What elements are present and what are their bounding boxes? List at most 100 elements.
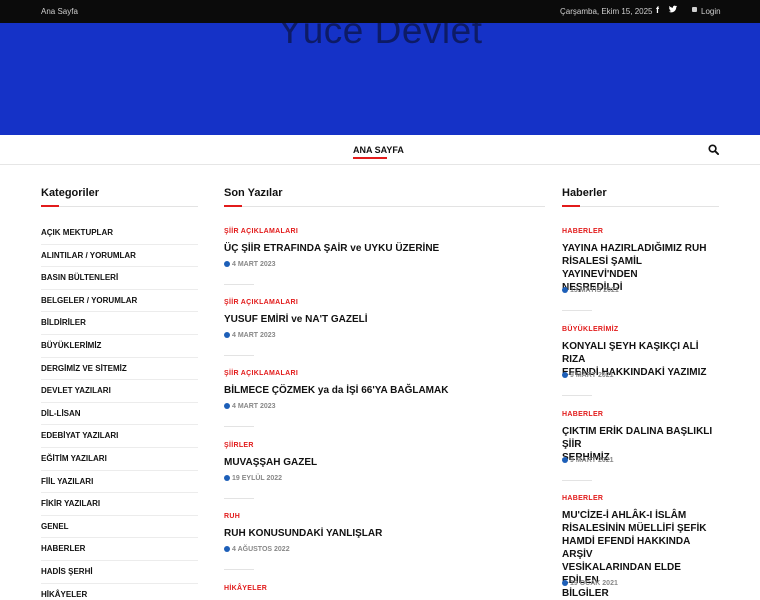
facebook-icon[interactable]: f [656,5,659,15]
news-title-line: RİSALESİNİN MÜELLİFİ ŞEFİK [562,523,707,534]
current-date: Çarşamba, Ekim 15, 2025 [560,7,653,16]
clock-icon [224,546,230,552]
category-separator [41,559,198,561]
category-separator [41,401,198,403]
news-date-text: 19 OCAK 2021 [570,580,618,587]
twitter-icon[interactable] [668,4,678,14]
post-separator [224,284,254,285]
top-home-link[interactable]: Ana Sayfa [41,7,78,16]
category-link[interactable]: BASIN BÜLTENLERİ [41,273,198,282]
category-link[interactable]: HİKÂYELER [41,590,198,599]
post-date: 4 AĞUSTOS 2022 [224,546,290,553]
category-link[interactable]: AÇIK MEKTUPLAR [41,228,198,237]
news-title-line: ÇIKTIM ERİK DALINA BAŞLIKLI ŞİİR [562,426,713,450]
post-title[interactable]: RUH KONUSUNDAKİ YANLIŞLAR [224,527,545,540]
category-link[interactable]: ALINTILAR / YORUMLAR [41,251,198,260]
post-date: 4 MART 2023 [224,332,276,339]
news-category[interactable]: HABERLER [562,411,603,418]
news-date: 19 OCAK 2021 [562,580,618,587]
news-title-line: HAMDİ EFENDİ HAKKINDA ARŞİV [562,536,690,560]
news-rule [562,206,719,207]
post-separator [224,426,254,427]
category-separator [41,514,198,516]
category-link[interactable]: HADİS ŞERHİ [41,567,198,576]
login-link[interactable]: Login [701,7,721,16]
post-title[interactable]: BİLMECE ÇÖZMEK ya da İŞİ 66'YA BAĞLAMAK [224,384,545,397]
news-title-line: BİLGİLER [562,588,609,599]
recent-posts-rule [224,206,545,207]
post-title[interactable]: MUVAŞŞAH GAZEL [224,456,545,469]
category-link[interactable]: FİKİR YAZILARI [41,499,198,508]
category-separator [41,288,198,290]
clock-icon [562,580,568,586]
post-separator [224,569,254,570]
news-category[interactable]: HABERLER [562,495,603,502]
news-separator [562,395,592,396]
category-separator [41,469,198,471]
clock-icon [224,261,230,267]
news-title-line: MU'CİZE-İ AHLÂK-I İSLÂM [562,510,687,521]
post-date-text: 19 EYLÜL 2022 [232,475,283,482]
news-category[interactable]: BÜYÜKLERİMİZ [562,326,619,333]
post-title[interactable]: YUSUF EMİRİ ve NA'T GAZELİ [224,313,545,326]
category-link[interactable]: HABERLER [41,544,198,553]
category-separator [41,333,198,335]
category-link[interactable]: BÜYÜKLERİMİZ [41,341,198,350]
post-title[interactable]: ÜÇ ŞİİR ETRAFINDA ŞAİR ve UYKU ÜZERİNE [224,242,545,255]
post-category[interactable]: HİKÂYELER [224,585,267,592]
nav-item-ana-sayfa[interactable]: ANA SAYFA [353,145,404,155]
post-separator [224,498,254,499]
categories-rule [41,206,198,207]
post-category[interactable]: ŞİİR AÇIKLAMALARI [224,228,298,235]
news-date: 9 MART 2021 [562,372,614,379]
categories-title: Kategoriler [41,187,100,199]
clock-icon [224,332,230,338]
site-header: Yüce Devlet [0,23,760,135]
category-link[interactable]: DİL-LİSAN [41,409,198,418]
category-separator [41,243,198,245]
category-link[interactable]: EDEBİYAT YAZILARI [41,431,198,440]
news-title-line: KONYALI ŞEYH KAŞIKÇI ALİ RIZA [562,341,699,365]
category-link[interactable]: EĞİTİM YAZILARI [41,454,198,463]
news-category[interactable]: HABERLER [562,228,603,235]
site-logo[interactable]: Yüce Devlet [0,23,760,52]
news-separator [562,310,592,311]
top-bar: Ana Sayfa Çarşamba, Ekim 15, 2025 f Logi… [0,0,760,23]
recent-posts-rule-accent [224,205,242,207]
category-link[interactable]: BELGELER / YORUMLAR [41,296,198,305]
category-link[interactable]: BİLDİRİLER [41,318,198,327]
news-rule-accent [562,205,580,207]
clock-icon [224,475,230,481]
search-icon[interactable] [708,144,719,155]
category-separator [41,582,198,584]
post-category[interactable]: ŞİİR AÇIKLAMALARI [224,299,298,306]
nav-active-underline [353,157,387,159]
category-separator [41,492,198,494]
category-link[interactable]: GENEL [41,522,198,531]
clock-icon [562,457,568,463]
lock-icon [692,7,697,12]
categories-rule-accent [41,205,59,207]
category-link[interactable]: DERGİMİZ VE SİTEMİZ [41,364,198,373]
category-link[interactable]: DEVLET YAZILARI [41,386,198,395]
post-date: 4 MART 2023 [224,261,276,268]
news-title-line: RİSALESİ ŞAMİL YAYINEVİ'NDEN [562,256,642,280]
post-date-text: 4 MART 2023 [232,261,276,268]
main-nav: ANA SAYFA [0,135,760,165]
post-category[interactable]: ŞİİRLER [224,442,254,449]
news-title-line: YAYINA HAZIRLADIĞIMIZ RUH [562,243,707,254]
category-separator [41,379,198,381]
category-separator [41,424,198,426]
category-separator [41,537,198,539]
post-category[interactable]: ŞİİR AÇIKLAMALARI [224,370,298,377]
post-separator [224,355,254,356]
news-separator [562,480,592,481]
post-date: 19 EYLÜL 2022 [224,475,282,482]
news-date-text: 13 MAYIS 2021 [570,287,619,294]
post-date-text: 4 MART 2023 [232,332,276,339]
news-date-text: 9 MART 2021 [570,372,614,379]
post-category[interactable]: RUH [224,513,240,520]
post-date: 4 MART 2023 [224,403,276,410]
post-date-text: 4 MART 2023 [232,403,276,410]
category-link[interactable]: FİİL YAZILARI [41,477,198,486]
